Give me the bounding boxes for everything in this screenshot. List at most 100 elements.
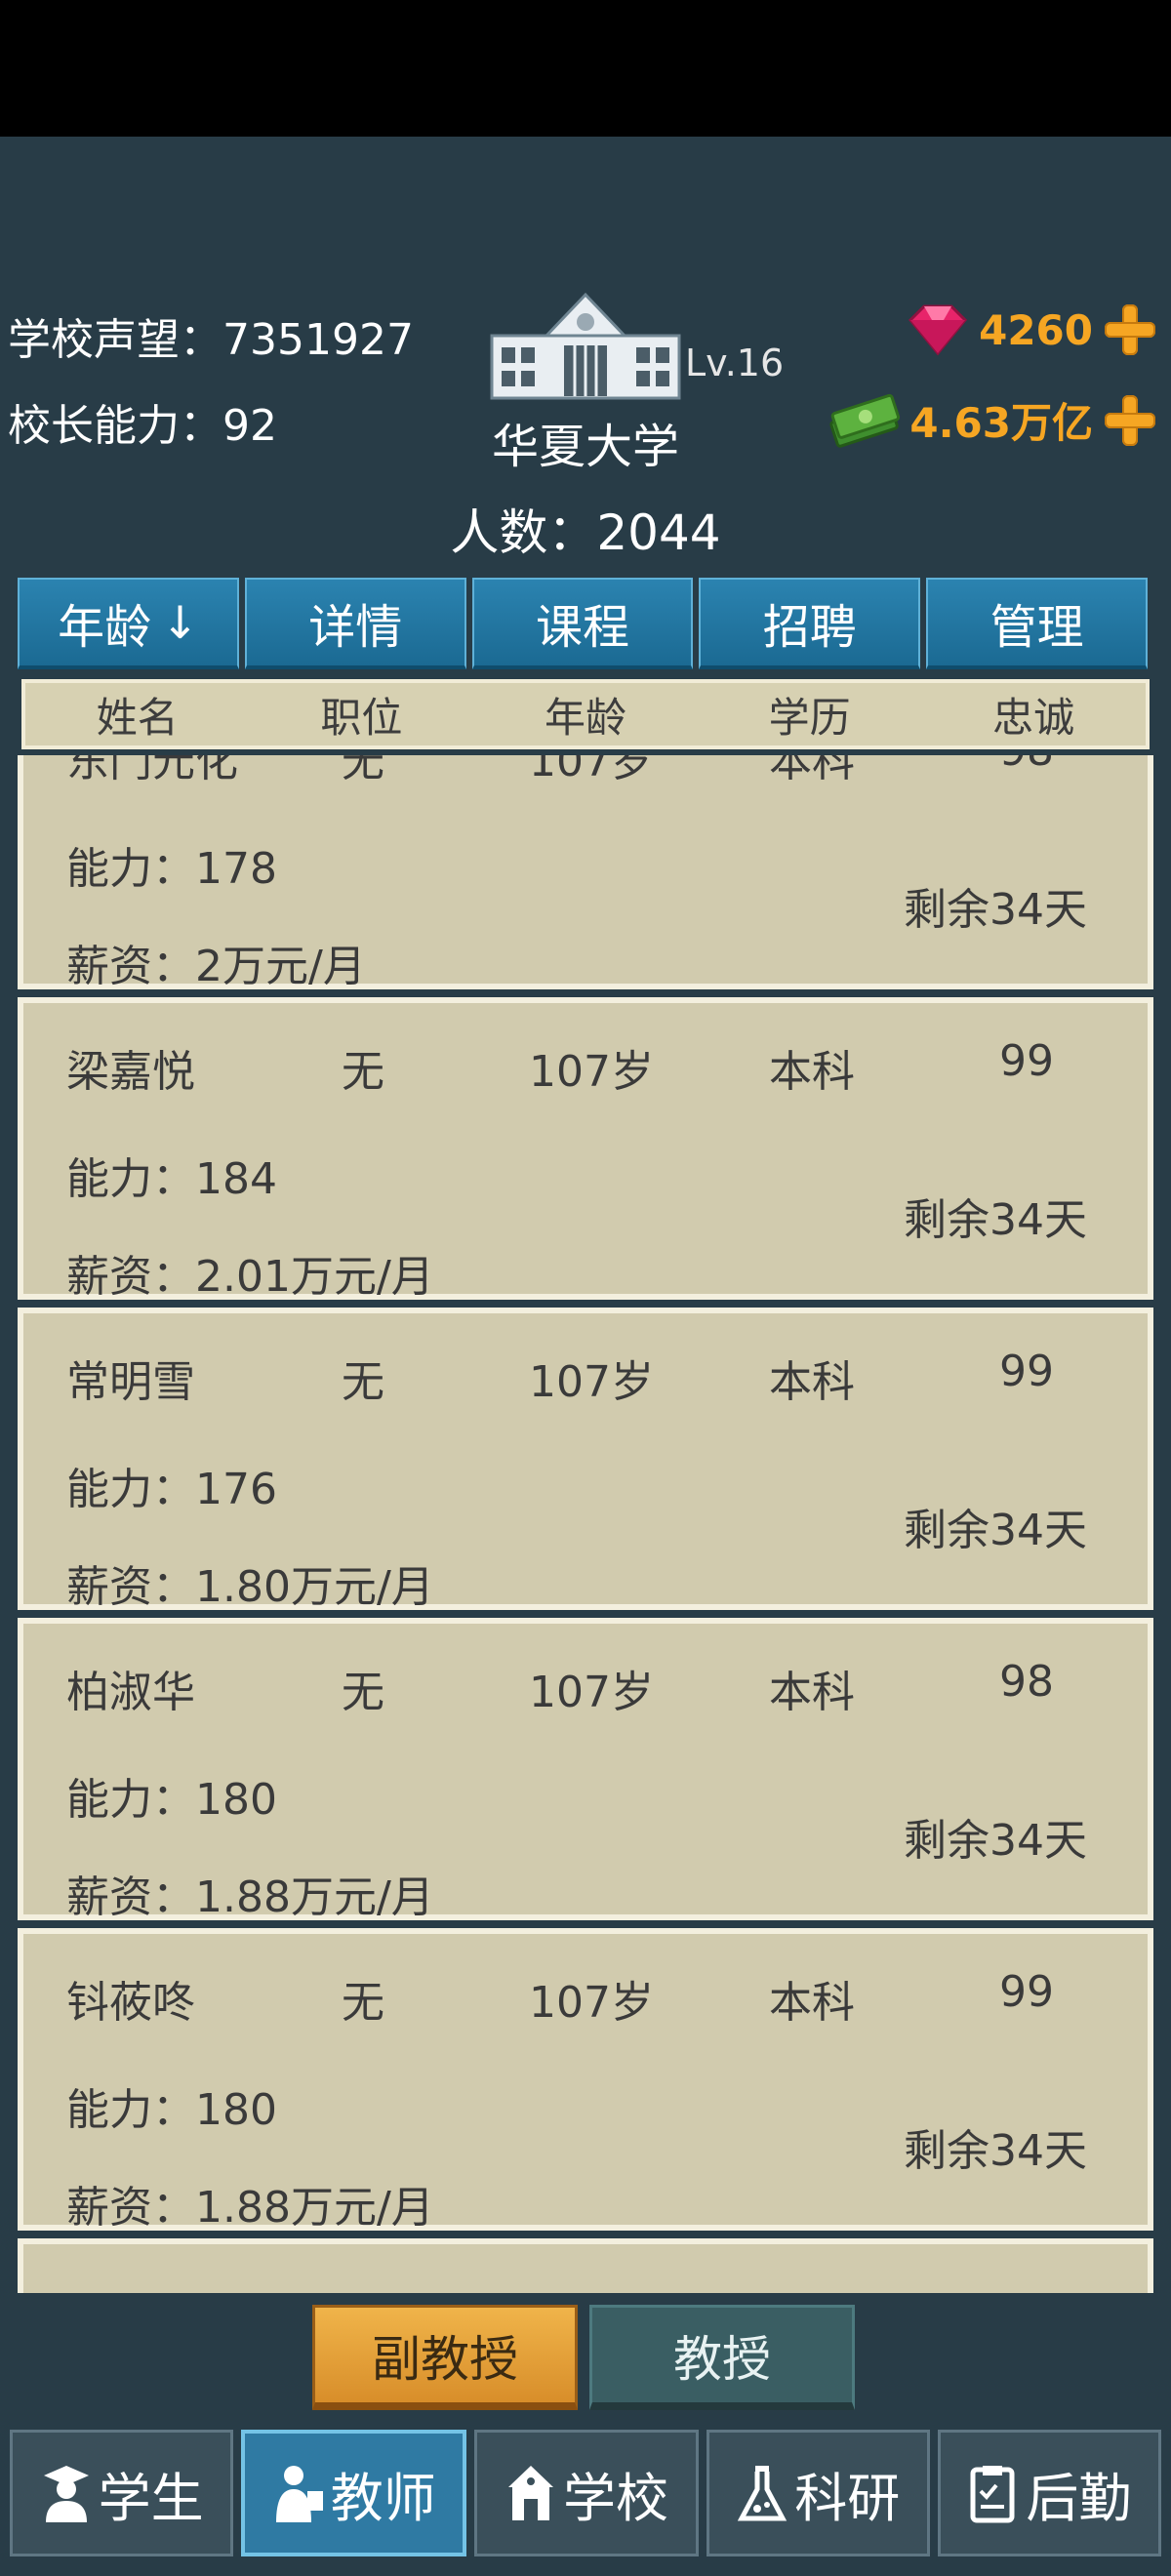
headcount-label: 人数：	[450, 504, 597, 561]
tab-recruit[interactable]: 招聘	[699, 578, 921, 669]
teacher-list[interactable]: 东门元化 无 107岁 本科 98 能力：178 薪资：2万元/月 剩余34天 …	[18, 755, 1153, 2293]
teacher-card[interactable]: 东门元化 无 107岁 本科 98 能力：178 薪资：2万元/月 剩余34天	[18, 755, 1153, 991]
teacher-name: 柏淑华	[66, 1668, 195, 1717]
add-gems-button[interactable]	[1103, 302, 1157, 357]
teacher-education: 本科	[769, 755, 855, 786]
teacher-education: 本科	[769, 1357, 855, 1407]
tab-manage[interactable]: 管理	[926, 578, 1148, 669]
column-loyalty: 忠诚	[992, 693, 1075, 742]
teacher-name: 梁嘉悦	[66, 1047, 195, 1097]
reputation-label: 学校声望：	[8, 315, 222, 365]
column-age: 年龄	[544, 693, 626, 742]
reputation-value: 7351927	[222, 315, 414, 365]
teacher-ability: 能力：184	[66, 1154, 277, 1204]
nav-label: 科研	[794, 2467, 901, 2529]
teacher-ability: 能力：180	[66, 1775, 277, 1825]
teacher-salary: 薪资：1.80万元/月	[66, 1562, 434, 1612]
teacher-position: 无	[342, 1047, 384, 1097]
gem-counter: 4260	[907, 302, 1157, 357]
teacher-remaining: 剩余34天	[904, 1816, 1087, 1866]
teacher-position: 无	[342, 1668, 384, 1717]
tab-details[interactable]: 详情	[244, 578, 466, 669]
school-level: Lv.16	[685, 342, 785, 384]
principal-label: 校长能力：	[8, 401, 222, 451]
teacher-salary: 薪资：2万元/月	[66, 942, 366, 991]
tab-age-label: 年龄	[58, 600, 152, 655]
teacher-position: 无	[342, 1357, 384, 1407]
flask-icon	[738, 2466, 787, 2521]
teacher-remaining: 剩余34天	[904, 1195, 1087, 1245]
headcount: 人数：2044	[390, 494, 781, 564]
column-name: 姓名	[96, 693, 179, 742]
teacher-name: 钭莜咚	[66, 1978, 195, 2028]
column-education: 学历	[768, 693, 851, 742]
add-money-button[interactable]	[1103, 393, 1157, 448]
subtab-associate-professor[interactable]: 副教授	[312, 2305, 578, 2410]
teacher-education: 本科	[769, 1668, 855, 1717]
clipboard-icon	[970, 2466, 1015, 2523]
teacher-remaining: 剩余34天	[904, 2126, 1087, 2176]
sort-arrow-icon: ↓	[161, 596, 199, 649]
table-header: 姓名 职位 年龄 学历 忠诚	[21, 679, 1150, 749]
nav-label: 教师	[330, 2467, 436, 2529]
money-counter: 4.63万亿	[826, 390, 1157, 450]
teacher-ability: 能力：176	[66, 1465, 277, 1514]
teacher-card[interactable]: 钭莜咚 无 107岁 本科 99 能力：180 薪资：1.88万元/月 剩余34…	[18, 1928, 1153, 2233]
tab-age-sort[interactable]: 年龄 ↓	[18, 578, 239, 669]
school-building-icon[interactable]	[488, 285, 683, 402]
teacher-name: 常明雪	[66, 1357, 195, 1407]
teacher-salary: 薪资：1.88万元/月	[66, 1872, 434, 1922]
principal-ability: 校长能力：92	[8, 390, 277, 453]
nav-label: 后勤	[1026, 2467, 1132, 2529]
nav-label: 学生	[98, 2467, 204, 2529]
teacher-card[interactable]: 常明雪 无 107岁 本科 99 能力：176 薪资：1.80万元/月 剩余34…	[18, 1308, 1153, 1612]
subtab-professor[interactable]: 教授	[589, 2305, 855, 2410]
teacher-loyalty: 98	[999, 1657, 1054, 1707]
nav-label: 学校	[563, 2467, 668, 2529]
money-value: 4.63万亿	[909, 399, 1093, 447]
teacher-age: 107岁	[529, 1978, 654, 2028]
teacher-education: 本科	[769, 1978, 855, 2028]
teacher-card[interactable]: 梁嘉悦 无 107岁 本科 99 能力：184 薪资：2.01万元/月 剩余34…	[18, 997, 1153, 1302]
nav-logistics[interactable]: 后勤	[937, 2430, 1162, 2556]
tab-courses[interactable]: 课程	[471, 578, 694, 669]
school-name: 华夏大学	[491, 420, 679, 474]
principal-value: 92	[222, 401, 277, 451]
status-bar	[0, 0, 1171, 137]
teacher-remaining: 剩余34天	[904, 885, 1087, 935]
teacher-card[interactable]: 柏淑华 无 107岁 本科 98 能力：180 薪资：1.88万元/月 剩余34…	[18, 1618, 1153, 1922]
headcount-value: 2044	[596, 504, 721, 561]
teacher-age: 107岁	[529, 1047, 654, 1097]
nav-students[interactable]: 学生	[10, 2430, 234, 2556]
nav-research[interactable]: 科研	[706, 2430, 930, 2556]
gem-icon	[909, 304, 968, 356]
school-icon	[508, 2466, 553, 2520]
column-position: 职位	[320, 693, 403, 742]
teacher-remaining: 剩余34天	[904, 1506, 1087, 1555]
money-icon	[829, 393, 901, 448]
teacher-ability: 能力：178	[66, 844, 277, 894]
teacher-salary: 薪资：1.88万元/月	[66, 2183, 434, 2233]
bottom-nav: 学生 教师 学校 科研 后勤	[10, 2430, 1162, 2556]
gem-value: 4260	[979, 305, 1093, 354]
teacher-loyalty: 98	[999, 755, 1054, 776]
teacher-ability: 能力：180	[66, 2085, 277, 2135]
nav-school[interactable]: 学校	[474, 2430, 699, 2556]
teacher-tabs: 年龄 ↓ 详情 课程 招聘 管理	[18, 578, 1148, 669]
teacher-name: 东门元化	[66, 755, 238, 786]
teacher-loyalty: 99	[999, 1967, 1054, 2017]
teacher-age: 107岁	[529, 1668, 654, 1717]
teacher-position: 无	[342, 755, 384, 786]
student-icon	[43, 2466, 89, 2522]
teacher-loyalty: 99	[999, 1347, 1054, 1396]
teacher-card-partial[interactable]	[18, 2238, 1153, 2293]
teacher-position: 无	[342, 1978, 384, 2028]
teacher-icon	[275, 2466, 323, 2522]
teacher-salary: 薪资：2.01万元/月	[66, 1252, 434, 1302]
teacher-age: 107岁	[529, 755, 654, 786]
teacher-age: 107岁	[529, 1357, 654, 1407]
teacher-education: 本科	[769, 1047, 855, 1097]
teacher-loyalty: 99	[999, 1036, 1054, 1086]
nav-teachers[interactable]: 教师	[241, 2430, 467, 2556]
school-reputation: 学校声望：7351927	[8, 304, 414, 367]
